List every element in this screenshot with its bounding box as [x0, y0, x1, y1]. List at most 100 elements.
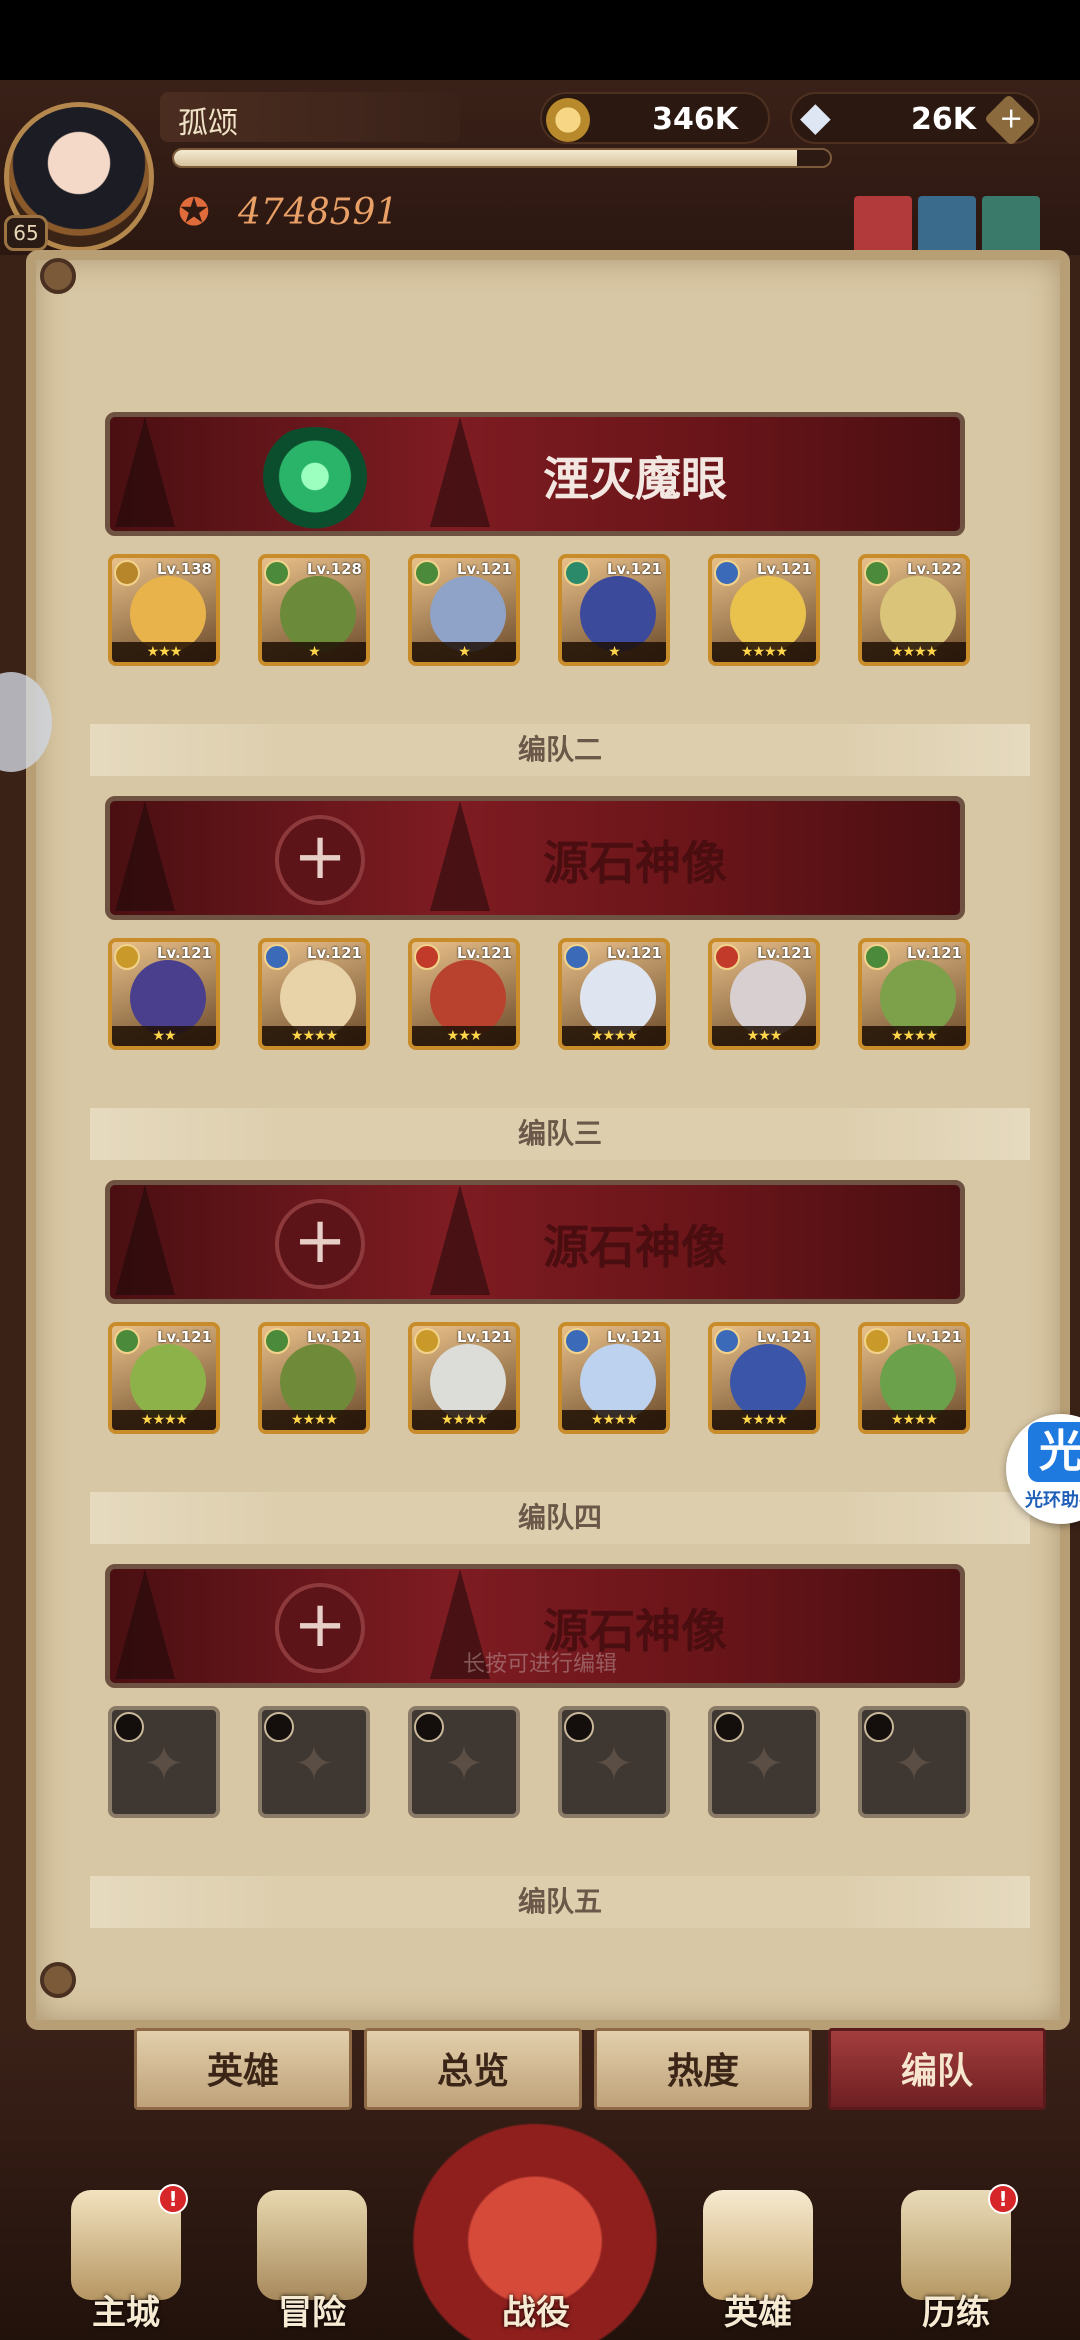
- element-icon: [564, 944, 590, 970]
- hero-card[interactable]: Lv.121 ★★★★: [708, 554, 820, 666]
- team-3-banner[interactable]: + 源石神像: [105, 1180, 965, 1304]
- pin-bottom-icon: [40, 1962, 76, 1998]
- hero-stars: ★★★★: [862, 1026, 966, 1046]
- element-icon: [864, 560, 890, 586]
- hero-level: Lv.138: [156, 560, 212, 578]
- empty-hero-slot[interactable]: [408, 1706, 520, 1818]
- hero-portrait: [580, 1344, 656, 1420]
- power-icon: ✪: [178, 190, 210, 234]
- pin-top-icon: [40, 258, 76, 294]
- hero-portrait: [280, 576, 356, 652]
- nav-campaign[interactable]: 战役: [456, 2190, 616, 2340]
- xp-fill: [174, 150, 798, 166]
- hero-card[interactable]: Lv.121 ★★★★: [408, 1322, 520, 1434]
- hero-level: Lv.121: [756, 944, 812, 962]
- nav-trials[interactable]: 历练 !: [876, 2184, 1036, 2340]
- hero-stars: ★★★★: [712, 642, 816, 662]
- hero-level: Lv.121: [456, 1328, 512, 1346]
- team-1-banner[interactable]: 湮灭魔眼: [105, 412, 965, 536]
- element-icon: [264, 560, 290, 586]
- hero-portrait: [430, 960, 506, 1036]
- hero-stars: ★★★★: [262, 1410, 366, 1430]
- hero-portrait: [430, 576, 506, 652]
- hero-stars: ★★★★: [712, 1410, 816, 1430]
- hero-level: Lv.121: [906, 1328, 962, 1346]
- hero-level: Lv.121: [756, 560, 812, 578]
- hero-card[interactable]: Lv.121 ★★★: [408, 938, 520, 1050]
- empty-hero-slot[interactable]: [258, 1706, 370, 1818]
- hero-card[interactable]: Lv.121 ★★★★: [258, 938, 370, 1050]
- hero-stars: ★★★: [112, 642, 216, 662]
- empty-hero-slot[interactable]: [858, 1706, 970, 1818]
- hero-card[interactable]: Lv.122 ★★★★: [858, 554, 970, 666]
- empty-hero-slot[interactable]: [108, 1706, 220, 1818]
- hero-helmet-icon: [703, 2190, 813, 2300]
- team-2-boss-name: 源石神像: [543, 836, 727, 890]
- element-icon: [414, 560, 440, 586]
- hero-stars: ★: [562, 642, 666, 662]
- nav-main-city[interactable]: 主城 !: [46, 2184, 206, 2340]
- hero-card[interactable]: Lv.121 ★: [558, 554, 670, 666]
- hero-level: Lv.121: [606, 1328, 662, 1346]
- element-icon: [714, 560, 740, 586]
- hero-stars: ★★★★: [112, 1410, 216, 1430]
- edit-hint: 长按可进行编辑: [462, 1652, 617, 1677]
- empty-hero-slot[interactable]: [708, 1706, 820, 1818]
- hero-stars: ★★★★: [862, 642, 966, 662]
- add-gems-button[interactable]: +: [983, 93, 1037, 147]
- hero-stars: ★: [262, 642, 366, 662]
- team-3-heroes: Lv.121 ★★★★ Lv.121 ★★★★ Lv.121 ★★★★ Lv.121 ★…: [108, 1322, 970, 1434]
- status-bar: [0, 0, 1080, 80]
- tab-formation[interactable]: 编队: [828, 2028, 1046, 2110]
- element-icon: [714, 1328, 740, 1354]
- nav-label: 主城: [92, 2293, 160, 2333]
- hero-stars: ★★★★: [562, 1410, 666, 1430]
- hero-card[interactable]: Lv.121 ★★: [108, 938, 220, 1050]
- hero-portrait: [730, 960, 806, 1036]
- hero-stars: ★★★: [712, 1026, 816, 1046]
- hero-portrait: [880, 576, 956, 652]
- hero-portrait: [880, 1344, 956, 1420]
- gold-counter[interactable]: 346K: [540, 92, 770, 144]
- element-icon: [414, 1328, 440, 1354]
- nav-adventure[interactable]: 冒险: [232, 2190, 392, 2340]
- tab-heroes[interactable]: 英雄: [134, 2028, 352, 2110]
- hero-level: Lv.128: [306, 560, 362, 578]
- hero-card[interactable]: Lv.138 ★★★: [108, 554, 220, 666]
- empty-hero-slot[interactable]: [558, 1706, 670, 1818]
- hero-card[interactable]: Lv.121 ★★★★: [108, 1322, 220, 1434]
- element-icon: [114, 1328, 140, 1354]
- team-5-label: 编队五: [90, 1876, 1030, 1928]
- hero-portrait: [430, 1344, 506, 1420]
- element-icon: [114, 944, 140, 970]
- team-3-boss-name: 源石神像: [543, 1220, 727, 1274]
- hero-stars: ★★★★: [412, 1410, 516, 1430]
- element-icon: [564, 1328, 590, 1354]
- hero-card[interactable]: Lv.121 ★★★: [708, 938, 820, 1050]
- hero-card[interactable]: Lv.121 ★: [408, 554, 520, 666]
- hero-card[interactable]: Lv.121 ★★★★: [558, 938, 670, 1050]
- hero-card[interactable]: Lv.121 ★★★★: [858, 1322, 970, 1434]
- hero-stars: ★: [412, 642, 516, 662]
- hero-card[interactable]: Lv.121 ★★★★: [558, 1322, 670, 1434]
- hero-portrait: [130, 576, 206, 652]
- team-2-banner[interactable]: + 源石神像: [105, 796, 965, 920]
- hero-card[interactable]: Lv.121 ★★★★: [708, 1322, 820, 1434]
- element-icon: [264, 1328, 290, 1354]
- element-icon: [714, 944, 740, 970]
- hero-portrait: [280, 960, 356, 1036]
- hero-level: Lv.121: [456, 560, 512, 578]
- hero-card[interactable]: Lv.128 ★: [258, 554, 370, 666]
- hero-card[interactable]: Lv.121 ★★★★: [858, 938, 970, 1050]
- diamond-icon: [796, 94, 840, 142]
- hero-portrait: [130, 1344, 206, 1420]
- plus-icon: +: [999, 102, 1024, 135]
- player-name: 孤颂: [178, 106, 238, 141]
- hero-level: Lv.121: [156, 944, 212, 962]
- hero-portrait: [580, 960, 656, 1036]
- hero-level: Lv.122: [906, 560, 962, 578]
- hero-card[interactable]: Lv.121 ★★★★: [258, 1322, 370, 1434]
- hero-level: Lv.121: [906, 944, 962, 962]
- gem-counter[interactable]: 26K +: [790, 92, 1040, 147]
- nav-heroes[interactable]: 英雄: [678, 2190, 838, 2340]
